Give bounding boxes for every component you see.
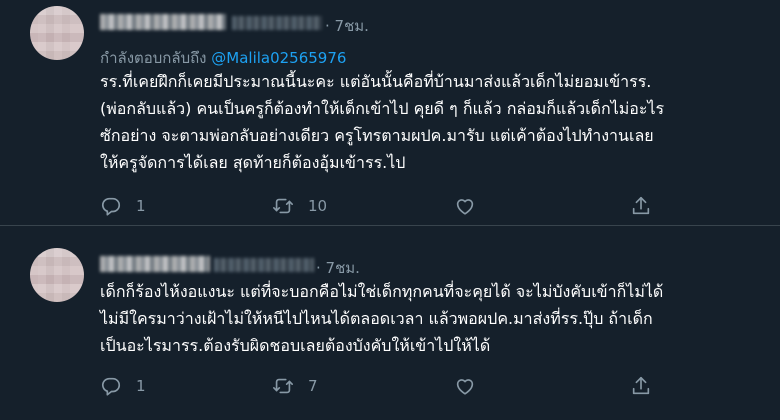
retweet-button[interactable]: 10 — [272, 195, 327, 217]
handle-blurred[interactable] — [214, 258, 314, 272]
display-name-blurred[interactable] — [100, 14, 226, 30]
like-button[interactable] — [454, 195, 490, 217]
retweet-count: 10 — [308, 197, 328, 215]
reply-button[interactable]: 1 — [100, 195, 146, 217]
tweet-text-line: เป็นอะไรมารร.ต้องรับผิดชอบเลยต้องบังคับใ… — [100, 336, 491, 355]
tweet-text: เด็กก็ร้องไห้งอแงนะ แต่ที่จะบอกคือไม่ใช่… — [100, 278, 770, 359]
retweet-button[interactable]: 7 — [272, 375, 318, 397]
tweet-text-line: ให้ครูจัดการได้เลย สุดท้ายก็ต้องอุ้มเข้า… — [100, 153, 406, 172]
tweet-text-line: (พ่อกลับแล้ว) คนเป็นครูก็ต้องทำให้เด็กเข… — [100, 99, 665, 118]
tweet[interactable]: · 7ชม. กำลังตอบกลับถึง @Malila02565976 ร… — [0, 0, 780, 226]
reply-count: 1 — [136, 197, 146, 215]
retweet-icon — [272, 195, 294, 217]
display-name-blurred[interactable] — [100, 256, 210, 272]
tweet-text-line: เด็กก็ร้องไห้งอแงนะ แต่ที่จะบอกคือไม่ใช่… — [100, 282, 664, 301]
tweet-actions: 1 7 — [100, 375, 660, 399]
reply-count: 1 — [136, 377, 146, 395]
like-icon — [454, 375, 476, 397]
like-button[interactable] — [454, 375, 490, 397]
tweet[interactable]: · 7ชม. เด็กก็ร้องไห้งอแงนะ แต่ที่จะบอกคื… — [0, 226, 780, 420]
reply-button[interactable]: 1 — [100, 375, 146, 397]
reply-icon — [100, 375, 122, 397]
share-icon — [630, 195, 652, 217]
tweet-text: รร.ที่เคยฝึกก็เคยมีประมาณนี้นะคะ แต่อันน… — [100, 68, 770, 176]
tweet-text-line: ไม่มีใครมาว่างเฝ้าไม่ให้หนีไปไหนได้ตลอดเ… — [100, 309, 653, 328]
mention-link[interactable]: @Malila02565976 — [211, 49, 346, 67]
share-button[interactable] — [630, 375, 652, 397]
tweet-actions: 1 10 — [100, 195, 660, 219]
timestamp[interactable]: · 7ชม. — [325, 14, 369, 38]
tweet-text-line: รร.ที่เคยฝึกก็เคยมีประมาณนี้นะคะ แต่อันน… — [100, 72, 652, 91]
retweet-count: 7 — [308, 377, 318, 395]
replying-to-label: กำลังตอบกลับถึง — [100, 49, 212, 67]
avatar[interactable] — [30, 6, 84, 60]
share-icon — [630, 375, 652, 397]
tweet-text-line: ซักอย่าง จะตามพ่อกลับอย่างเดียว ครูโทรตา… — [100, 126, 654, 145]
share-button[interactable] — [630, 195, 652, 217]
like-icon — [454, 195, 476, 217]
handle-blurred[interactable] — [232, 16, 322, 30]
timestamp[interactable]: · 7ชม. — [316, 256, 360, 280]
reply-icon — [100, 195, 122, 217]
retweet-icon — [272, 375, 294, 397]
replying-to: กำลังตอบกลับถึง @Malila02565976 — [100, 46, 346, 70]
avatar[interactable] — [30, 248, 84, 302]
